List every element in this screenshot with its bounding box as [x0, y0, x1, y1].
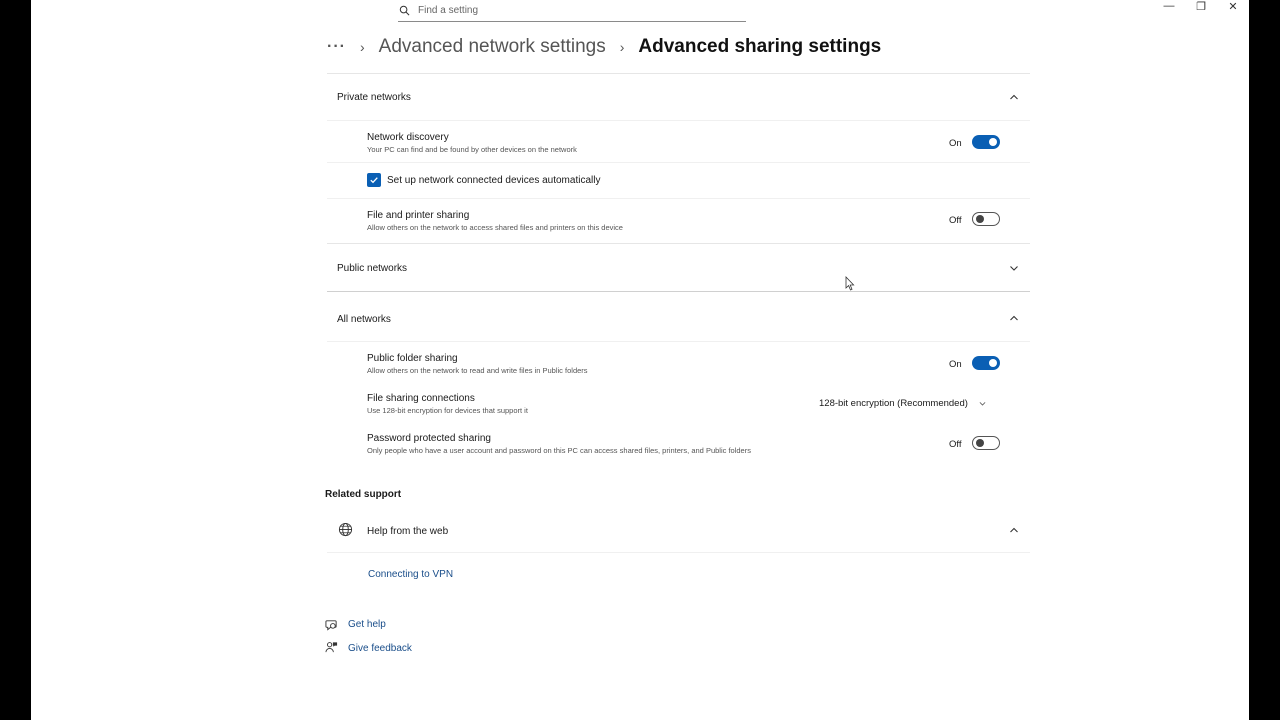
password-sharing-toggle[interactable]: [972, 436, 1000, 450]
toggle-state-label: On: [949, 138, 962, 149]
setting-description: Allow others on the network to access sh…: [367, 223, 623, 232]
divider: [327, 341, 1030, 342]
chevron-up-icon: [1010, 94, 1018, 100]
toggle-state-label: On: [949, 359, 962, 370]
feedback-icon: [325, 642, 338, 653]
toggle-state-label: Off: [949, 215, 962, 226]
breadcrumb-more-button[interactable]: ···: [327, 38, 346, 56]
auto-setup-checkbox[interactable]: [367, 173, 381, 187]
public-folder-sharing-toggle[interactable]: [972, 356, 1000, 370]
search-icon: [399, 5, 410, 16]
minimize-button[interactable]: —: [1153, 0, 1185, 12]
chevron-down-icon: [979, 402, 986, 406]
section-title: Public networks: [337, 263, 408, 274]
search-input[interactable]: [418, 5, 718, 16]
file-printer-sharing-toggle[interactable]: [972, 212, 1000, 226]
setting-description: Only people who have a user account and …: [367, 446, 751, 455]
chevron-up-icon: [1010, 527, 1018, 533]
help-from-web-title: Help from the web: [367, 526, 449, 537]
page-title: Advanced sharing settings: [638, 36, 882, 57]
close-icon: ✕: [1228, 0, 1238, 13]
setting-title: Network discovery: [367, 132, 449, 143]
checkmark-icon: [370, 177, 378, 184]
setting-description: Use 128-bit encryption for devices that …: [367, 406, 528, 415]
chevron-right-icon: ›: [619, 39, 625, 55]
toggle-knob: [989, 359, 997, 367]
breadcrumb-parent-link[interactable]: Advanced network settings: [379, 36, 606, 58]
section-title: Private networks: [337, 92, 411, 103]
divider: [327, 198, 1030, 199]
setting-title: File and printer sharing: [367, 210, 470, 221]
give-feedback-link[interactable]: Give feedback: [348, 643, 412, 654]
setting-title: File sharing connections: [367, 393, 475, 404]
settings-window: — ❐ ✕ ··· › Advanced network settings › …: [31, 0, 1249, 720]
restore-icon: ❐: [1196, 0, 1206, 13]
divider: [327, 162, 1030, 163]
toggle-state-label: Off: [949, 439, 962, 450]
section-title: All networks: [337, 314, 391, 325]
dropdown-value: 128-bit encryption (Recommended): [819, 398, 968, 409]
minimize-icon: —: [1163, 0, 1175, 12]
close-button[interactable]: ✕: [1217, 0, 1249, 13]
connecting-to-vpn-link[interactable]: Connecting to VPN: [368, 569, 453, 580]
related-support-heading: Related support: [325, 489, 402, 500]
chevron-up-icon: [1010, 315, 1018, 321]
breadcrumb: ··· › Advanced network settings › Advanc…: [327, 32, 881, 62]
toggle-knob: [976, 439, 984, 447]
toggle-knob: [976, 215, 984, 223]
divider: [327, 291, 1030, 292]
setting-title: Password protected sharing: [367, 433, 491, 444]
checkbox-label: Set up network connected devices automat…: [387, 175, 601, 186]
divider: [327, 243, 1030, 244]
network-discovery-toggle[interactable]: [972, 135, 1000, 149]
toggle-knob: [989, 138, 997, 146]
divider: [327, 552, 1030, 553]
divider: [327, 73, 1030, 74]
setting-title: Public folder sharing: [367, 353, 458, 364]
setting-description: Your PC can find and be found by other d…: [367, 145, 577, 154]
search-box[interactable]: [398, 0, 746, 22]
chevron-right-icon: ›: [359, 39, 365, 55]
globe-icon: [338, 522, 353, 537]
get-help-icon: [325, 620, 337, 631]
maximize-button[interactable]: ❐: [1185, 0, 1217, 13]
encryption-dropdown[interactable]: 128-bit encryption (Recommended): [819, 398, 987, 409]
mouse-cursor-icon: [845, 276, 855, 291]
setting-description: Allow others on the network to read and …: [367, 366, 588, 375]
chevron-down-icon: [1010, 266, 1018, 271]
get-help-link[interactable]: Get help: [348, 619, 386, 630]
divider: [327, 120, 1030, 121]
